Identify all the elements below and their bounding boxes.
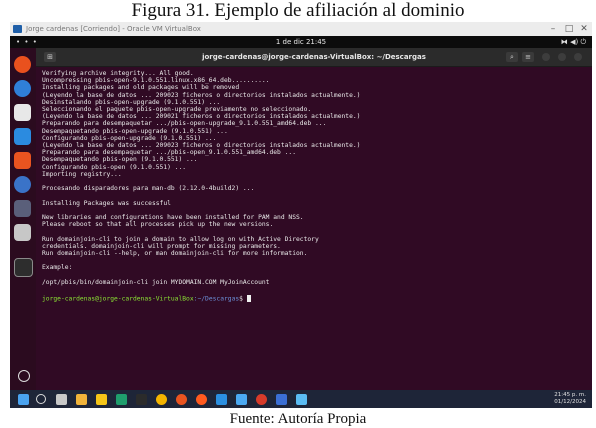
network-icon[interactable] xyxy=(216,394,227,405)
terminal-minimize-button[interactable] xyxy=(542,53,550,61)
ubuntu-dock xyxy=(10,48,36,390)
windows-taskbar: 21:45 p. m. 01/12/2024 xyxy=(10,390,592,408)
task-view-icon[interactable] xyxy=(56,394,67,405)
terminal-line: Uncompressing pbis-open-9.1.0.551.linux.… xyxy=(42,77,270,85)
terminal-line: (Leyendo la base de datos ... 209021 fic… xyxy=(42,113,361,121)
terminal-line: Configurando pbis-open (9.1.0.551) ... xyxy=(42,163,187,171)
caption-top: Figura 31. Ejemplo de afiliación al domi… xyxy=(131,0,465,21)
firefox-taskbar-icon[interactable] xyxy=(176,394,187,405)
widgets-icon[interactable] xyxy=(76,394,87,405)
terminal-icon[interactable] xyxy=(14,258,33,277)
rhythmbox-icon[interactable] xyxy=(14,128,31,145)
trash-icon[interactable] xyxy=(14,224,31,241)
terminal-line: Installing Packages was successful xyxy=(42,199,171,207)
prompt-symbol: $ xyxy=(239,295,243,303)
mail-icon[interactable] xyxy=(236,394,247,405)
terminal-line: (Leyendo la base de datos ... 209023 fic… xyxy=(42,91,361,99)
terminal-line: Importing registry... xyxy=(42,170,122,178)
terminal-line: Desempaquetando pbis-open-upgrade (9.1.0… xyxy=(42,127,228,135)
photos-icon[interactable] xyxy=(296,394,307,405)
terminal-line: New libraries and configurations have be… xyxy=(42,214,304,221)
show-apps-icon[interactable] xyxy=(18,370,30,382)
terminal-line: Installing packages and old packages wil… xyxy=(42,84,240,92)
thunderbird-icon[interactable] xyxy=(14,80,31,97)
terminal-line: Verifying archive integrity... All good. xyxy=(42,70,194,77)
terminal-output[interactable]: Verifying archive integrity... All good.… xyxy=(36,67,592,390)
help-icon[interactable] xyxy=(14,176,31,193)
terminal-line: (Leyendo la base de datos ... 209023 fic… xyxy=(42,142,361,149)
vbox-title-bar: Jorge cardenas [Corriendo] - Oracle VM V… xyxy=(10,22,592,37)
search-icon[interactable] xyxy=(36,394,46,404)
gnome-top-bar: • • • 1 de dic 21:45 ⧓ ◀) ⏻ xyxy=(10,36,592,48)
terminal-prompt: jorge-cardenas@jorge-cardenas-VirtualBox… xyxy=(42,295,251,303)
files-icon[interactable] xyxy=(14,104,31,121)
terminal-search-icon[interactable]: ⌕ xyxy=(506,52,518,62)
terminal-line: Preparando para desempaquetar .../pbis-o… xyxy=(42,120,327,128)
virtualbox-logo-icon xyxy=(13,25,22,33)
vm-app-icon[interactable] xyxy=(196,394,207,405)
terminal-header: ⊞ jorge-cardenas@jorge-cardenas-VirtualB… xyxy=(36,48,592,67)
maximize-button[interactable]: □ xyxy=(562,22,576,36)
system-tray[interactable]: ⧓ ◀) ⏻ xyxy=(561,36,586,48)
terminal-window: ⊞ jorge-cardenas@jorge-cardenas-VirtualB… xyxy=(36,48,592,390)
settings-icon[interactable] xyxy=(14,200,31,217)
terminal-line: Configurando pbis-open-upgrade (9.1.0.55… xyxy=(42,134,217,142)
chrome-icon[interactable] xyxy=(156,394,167,405)
prompt-path: :~/Descargas xyxy=(193,295,240,303)
start-icon[interactable] xyxy=(18,394,29,405)
terminal-line: /opt/pbis/bin/domainjoin-cli join MYDOMA… xyxy=(42,278,270,286)
taskbar-date: 01/12/2024 xyxy=(554,399,586,405)
virtualbox-taskbar-icon[interactable] xyxy=(276,394,287,405)
terminal-cursor xyxy=(246,295,251,303)
close-button[interactable]: ✕ xyxy=(577,22,591,36)
terminal-line: Desempaquetando pbis-open (9.1.0.551) ..… xyxy=(42,156,198,164)
edge-icon[interactable] xyxy=(116,394,127,405)
caption-bottom: Fuente: Autoría Propia xyxy=(229,411,367,427)
terminal-line: Please reboot so that all processes pick… xyxy=(42,221,274,229)
terminal-line: Desinstalando pbis-open-upgrade (9.1.0.5… xyxy=(42,98,221,106)
firefox-icon[interactable] xyxy=(14,56,31,73)
top-bar-clock[interactable]: 1 de dic 21:45 xyxy=(10,36,592,48)
app-icon[interactable] xyxy=(136,394,147,405)
terminal-line: Procesando disparadores para man-db (2.1… xyxy=(42,185,255,193)
terminal-line: credentials. domainjoin-cli will prompt … xyxy=(42,242,281,250)
app-center-icon[interactable] xyxy=(14,152,31,169)
terminal-menu-icon[interactable]: ≡ xyxy=(522,52,534,62)
vbox-window-title: Jorge cardenas [Corriendo] - Oracle VM V… xyxy=(26,25,201,33)
taskbar-time: 21:45 p. m. xyxy=(554,392,586,398)
terminal-maximize-button[interactable] xyxy=(558,53,566,61)
terminal-line: Run domainjoin-cli to join a domain to a… xyxy=(42,235,319,243)
file-explorer-icon[interactable] xyxy=(96,394,107,405)
terminal-line: Preparando para desempaquetar .../pbis-o… xyxy=(42,149,297,157)
virtualbox-window: Jorge cardenas [Corriendo] - Oracle VM V… xyxy=(10,22,592,408)
store-icon[interactable] xyxy=(256,394,267,405)
taskbar-clock[interactable]: 21:45 p. m. 01/12/2024 xyxy=(554,392,586,406)
terminal-close-button[interactable] xyxy=(574,53,582,61)
terminal-line: Run domainjoin-cli --help, or man domain… xyxy=(42,250,308,257)
terminal-line: Example: xyxy=(42,264,73,272)
prompt-user: jorge-cardenas@jorge-cardenas-VirtualBox xyxy=(42,295,194,303)
terminal-line: Seleccionando el paquete pbis-open-upgra… xyxy=(42,106,312,113)
minimize-button[interactable]: – xyxy=(546,22,560,36)
